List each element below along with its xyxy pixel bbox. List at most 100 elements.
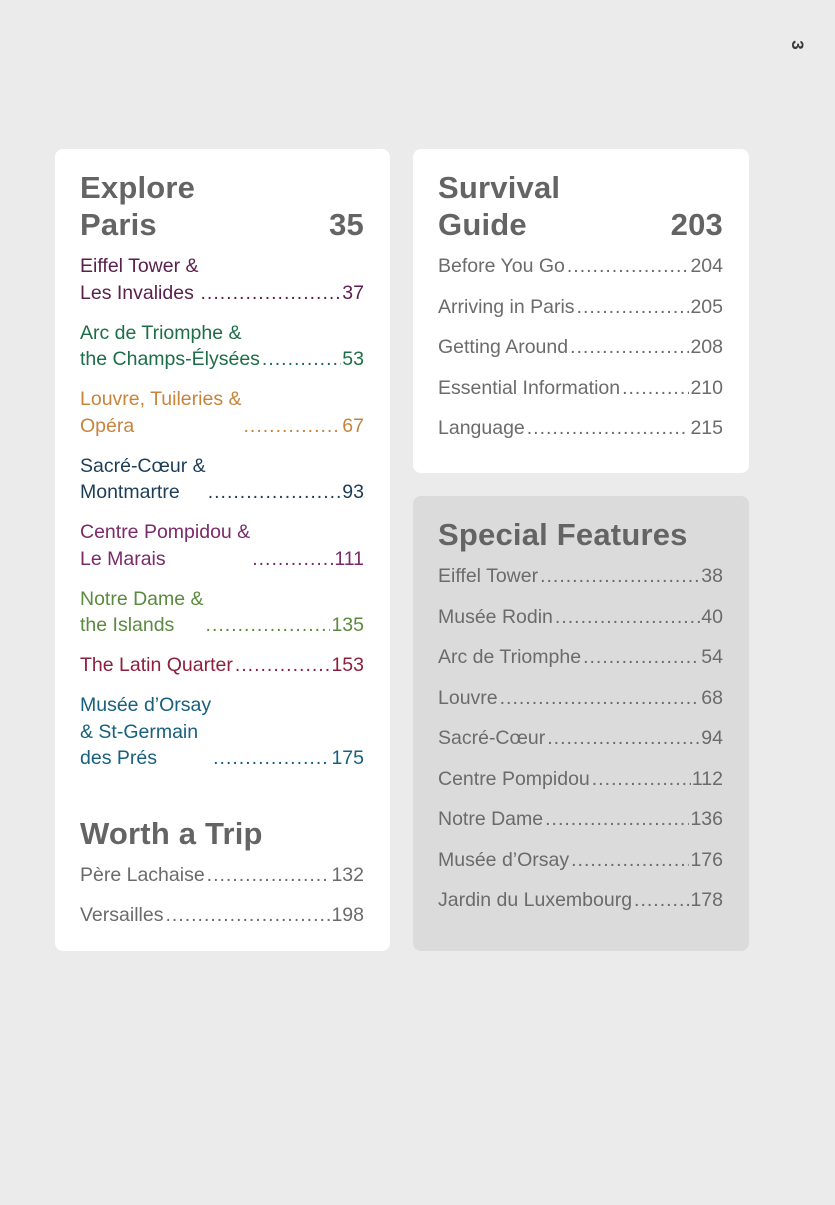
dot-leader: [527, 415, 690, 442]
toc-entry-before-you-go[interactable]: Before You Go 204: [438, 253, 723, 280]
entry-label: Musée d’Orsay: [438, 848, 570, 871]
entry-label-line2: Opéra: [80, 414, 135, 437]
entry-label: Getting Around: [438, 336, 569, 358]
toc-entry-sf-eiffel-tower[interactable]: Eiffel Tower 38: [438, 563, 723, 590]
entry-label-line2: the Islands: [80, 614, 175, 636]
toc-entry-orsay-st-germain[interactable]: Musée d’Orsay & St-Germain des Prés 175: [80, 692, 364, 772]
toc-entry-arriving-in-paris[interactable]: Arriving in Paris 205: [438, 294, 723, 321]
entry-label-line1: Sacré-Cœur &: [80, 454, 206, 477]
dot-leader: [244, 413, 342, 440]
entry-label: Jardin du Luxembourg: [438, 889, 633, 911]
toc-entry-sf-sacre-coeur[interactable]: Sacré-Cœur 94: [438, 725, 723, 752]
entry-label-line2: Les Invalides: [80, 281, 194, 304]
toc-entry-louvre-opera[interactable]: Louvre, Tuileries & Opéra 67: [80, 386, 364, 439]
entry-label-line2: the Champs-Élysées: [80, 348, 260, 370]
toc-entry-notre-dame-islands[interactable]: Notre Dame & the Islands 135: [80, 586, 364, 639]
entry-label: Père Lachaise: [80, 863, 205, 886]
entry-label-line1: Musée d’Orsay & St-Germain: [80, 694, 212, 743]
entry-page: 38: [701, 565, 723, 587]
survival-guide-card: Survival Guide 203 Before You Go 204 Arri…: [413, 149, 749, 473]
entry-label-line1: Arc de Triomphe &: [80, 321, 242, 344]
explore-paris-card: Explore Paris 35 Eiffel Tower & Les Inval…: [55, 149, 390, 951]
worth-a-trip-entries: Père Lachaise 132 Versailles 198: [80, 862, 364, 929]
entry-page: 205: [690, 295, 723, 318]
survival-guide-title: Survival Guide: [438, 170, 561, 242]
entry-page: 132: [331, 863, 364, 886]
entry-page: 204: [690, 255, 723, 277]
dot-leader: [567, 253, 690, 280]
special-features-entries: Eiffel Tower 38 Musée Rodin 40 Arc de Trio…: [438, 563, 723, 914]
dot-leader: [545, 806, 689, 833]
toc-entry-sf-louvre[interactable]: Louvre 68: [438, 685, 723, 712]
entry-label: Essential Information: [438, 376, 621, 399]
dot-leader: [577, 294, 690, 321]
entry-page: 153: [331, 654, 364, 676]
entry-label: Arc de Triomphe: [438, 646, 582, 668]
entry-label: Language: [438, 417, 525, 439]
toc-entry-getting-around[interactable]: Getting Around 208: [438, 334, 723, 361]
entry-label-line1: Centre Pompidou &: [80, 521, 251, 543]
entry-label: Arriving in Paris: [438, 295, 575, 318]
worth-a-trip-heading: Worth a Trip: [80, 815, 263, 851]
entry-page: 40: [701, 605, 723, 628]
entry-label: Eiffel Tower: [438, 565, 539, 587]
entry-label-line2: Le Marais: [80, 547, 166, 570]
toc-entry-sf-jardin-luxembourg[interactable]: Jardin du Luxembourg 178: [438, 887, 723, 914]
entry-page: 176: [690, 848, 723, 871]
explore-entries: Eiffel Tower & Les Invalides 37 Arc de Tri…: [80, 253, 364, 772]
entry-page: 111: [334, 547, 364, 570]
toc-entry-language[interactable]: Language 215: [438, 415, 723, 442]
page-number: 3: [788, 40, 807, 50]
dot-leader: [262, 346, 341, 373]
toc-entry-sacre-coeur-montmartre[interactable]: Sacré-Cœur & Montmartre 93: [80, 453, 364, 506]
toc-entry-sf-centre-pompidou[interactable]: Centre Pompidou 112: [438, 766, 723, 793]
dot-leader: [540, 563, 700, 590]
dot-leader: [622, 375, 689, 402]
entry-page: 175: [331, 747, 364, 769]
toc-entry-latin-quarter[interactable]: The Latin Quarter 153: [80, 652, 364, 679]
dot-leader: [213, 745, 330, 772]
explore-paris-heading[interactable]: Explore Paris 35: [80, 169, 364, 243]
toc-entry-arc-champs[interactable]: Arc de Triomphe & the Champs-Élysées 53: [80, 320, 364, 373]
entry-label: Notre Dame: [438, 808, 544, 830]
entry-page: 94: [701, 727, 723, 749]
dot-leader: [235, 652, 331, 679]
entry-page: 136: [690, 808, 723, 830]
entry-page: 53: [342, 348, 364, 370]
survival-guide-heading[interactable]: Survival Guide 203: [438, 169, 723, 243]
entry-label: Centre Pompidou: [438, 767, 590, 790]
entry-label: Louvre: [438, 686, 498, 709]
entry-label-line1: Eiffel Tower &: [80, 255, 199, 277]
toc-entry-sf-musee-rodin[interactable]: Musée Rodin 40: [438, 604, 723, 631]
dot-leader: [206, 612, 331, 639]
entry-page: 178: [690, 889, 723, 911]
toc-entry-sf-musee-orsay[interactable]: Musée d’Orsay 176: [438, 847, 723, 874]
toc-entry-sf-notre-dame[interactable]: Notre Dame 136: [438, 806, 723, 833]
dot-leader: [547, 725, 700, 752]
special-features-heading: Special Features: [438, 516, 723, 553]
dot-leader: [500, 685, 701, 712]
toc-entry-versailles[interactable]: Versailles 198: [80, 902, 364, 929]
dot-leader: [165, 902, 330, 929]
toc-entry-eiffel-invalides[interactable]: Eiffel Tower & Les Invalides 37: [80, 253, 364, 306]
explore-paris-page: 35: [329, 207, 364, 242]
entry-page: 93: [342, 481, 364, 503]
toc-entry-pompidou-marais[interactable]: Centre Pompidou & Le Marais 111: [80, 519, 364, 572]
dot-leader: [570, 334, 689, 361]
entry-label: Sacré-Cœur: [438, 727, 546, 749]
dot-leader: [555, 604, 700, 631]
entry-page: 67: [342, 414, 364, 437]
toc-entry-pere-lachaise[interactable]: Père Lachaise 132: [80, 862, 364, 889]
toc-entry-sf-arc-de-triomphe[interactable]: Arc de Triomphe 54: [438, 644, 723, 671]
explore-paris-title: Explore Paris: [80, 170, 196, 242]
entry-label: Versailles: [80, 904, 164, 926]
entry-page: 54: [701, 646, 723, 668]
entry-page: 68: [701, 686, 723, 709]
toc-entry-essential-information[interactable]: Essential Information 210: [438, 375, 723, 402]
dot-leader: [592, 766, 691, 793]
entry-page: 215: [690, 417, 723, 439]
entry-page: 208: [690, 336, 723, 358]
entry-label: The Latin Quarter: [80, 654, 233, 676]
entry-page: 210: [690, 376, 723, 399]
entry-label: Musée Rodin: [438, 605, 553, 628]
